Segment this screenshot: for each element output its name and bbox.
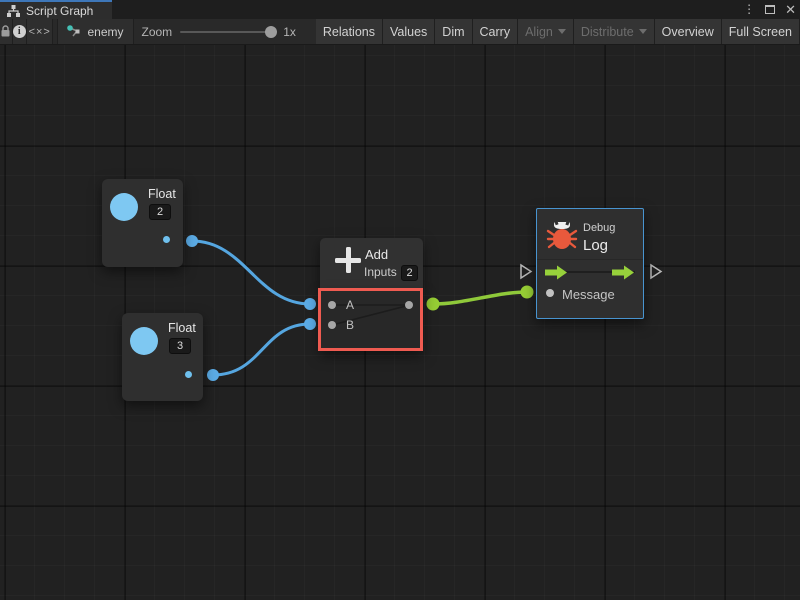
flow-in-arrow-icon[interactable] [545,265,568,280]
input-port-a[interactable] [328,301,336,309]
flow-output-port[interactable] [649,263,663,280]
float-type-icon [130,327,158,355]
zoom-slider-handle[interactable] [265,26,277,38]
input-port-b[interactable] [328,321,336,329]
float-value-field[interactable]: 2 [149,204,171,220]
graph-toolbar: i <×> enemy Zoom 1x Relations Values Dim… [0,19,800,45]
output-port[interactable] [185,371,192,378]
node-add-header[interactable]: Add Inputs 2 [320,238,423,290]
toolbar-button-overview[interactable]: Overview [655,19,722,44]
maximize-icon[interactable] [765,5,775,14]
inputs-count-field[interactable]: 2 [401,265,418,281]
flow-out-arrow-icon[interactable] [612,265,635,280]
plus-icon [333,245,363,275]
node-title: Add [365,247,388,262]
code-view-button[interactable]: <×> [27,19,53,44]
lock-icon [0,25,11,38]
graph-picker-button[interactable]: enemy [58,19,133,44]
relation-lines [320,290,423,351]
window-title-bar: Script Graph ⋮ ✕ [0,0,800,19]
zoom-label: Zoom [142,25,173,39]
tab-script-graph[interactable]: Script Graph [0,0,112,19]
tab-title: Script Graph [26,4,93,18]
node-title: Log [583,237,608,254]
window-controls: ⋮ ✕ [743,0,796,19]
graph-name: enemy [87,25,123,39]
toolbar-buttons: Relations Values Dim Carry Align Distrib… [316,19,800,44]
info-button[interactable]: i [13,19,27,44]
float-value-field[interactable]: 3 [169,338,191,354]
node-float-2[interactable]: Float 3 [122,313,203,401]
message-input-port[interactable] [546,289,554,297]
graph-node-icon [67,25,81,38]
toolbar-button-fullscreen[interactable]: Full Screen [722,19,800,44]
zoom-value: 1x [283,25,296,39]
toolbar-button-relations[interactable]: Relations [316,19,383,44]
node-debug-log[interactable]: Debug Log Message [536,208,644,319]
close-icon[interactable]: ✕ [785,0,796,19]
message-port-label: Message [562,287,615,302]
menu-kebab-icon[interactable]: ⋮ [743,0,755,19]
node-title: Float [168,321,196,335]
inputs-label: Inputs [364,265,397,279]
toolbar-button-align[interactable]: Align [518,19,574,44]
chevron-down-icon [639,29,647,34]
flow-input-port[interactable] [519,263,533,280]
code-icon: <×> [29,26,51,38]
node-title: Float [148,187,176,201]
toolbar-button-distribute[interactable]: Distribute [574,19,655,44]
divider [537,259,643,260]
float-type-icon [110,193,138,221]
port-a-label: A [346,298,354,312]
zoom-slider[interactable] [180,31,275,33]
output-port[interactable] [163,236,170,243]
output-port[interactable] [405,301,413,309]
zoom-control: Zoom 1x [134,19,304,44]
toolbar-button-dim[interactable]: Dim [435,19,472,44]
toolbar-button-carry[interactable]: Carry [473,19,519,44]
graph-hierarchy-icon [7,5,20,17]
info-icon: i [13,25,26,38]
node-add-body[interactable]: A B [320,290,423,351]
chevron-down-icon [558,29,566,34]
toolbar-button-values[interactable]: Values [383,19,435,44]
node-category: Debug [583,222,615,234]
bug-icon [545,218,579,252]
node-float-1[interactable]: Float 2 [102,179,183,267]
lock-button[interactable] [0,19,13,44]
port-b-label: B [346,318,354,332]
